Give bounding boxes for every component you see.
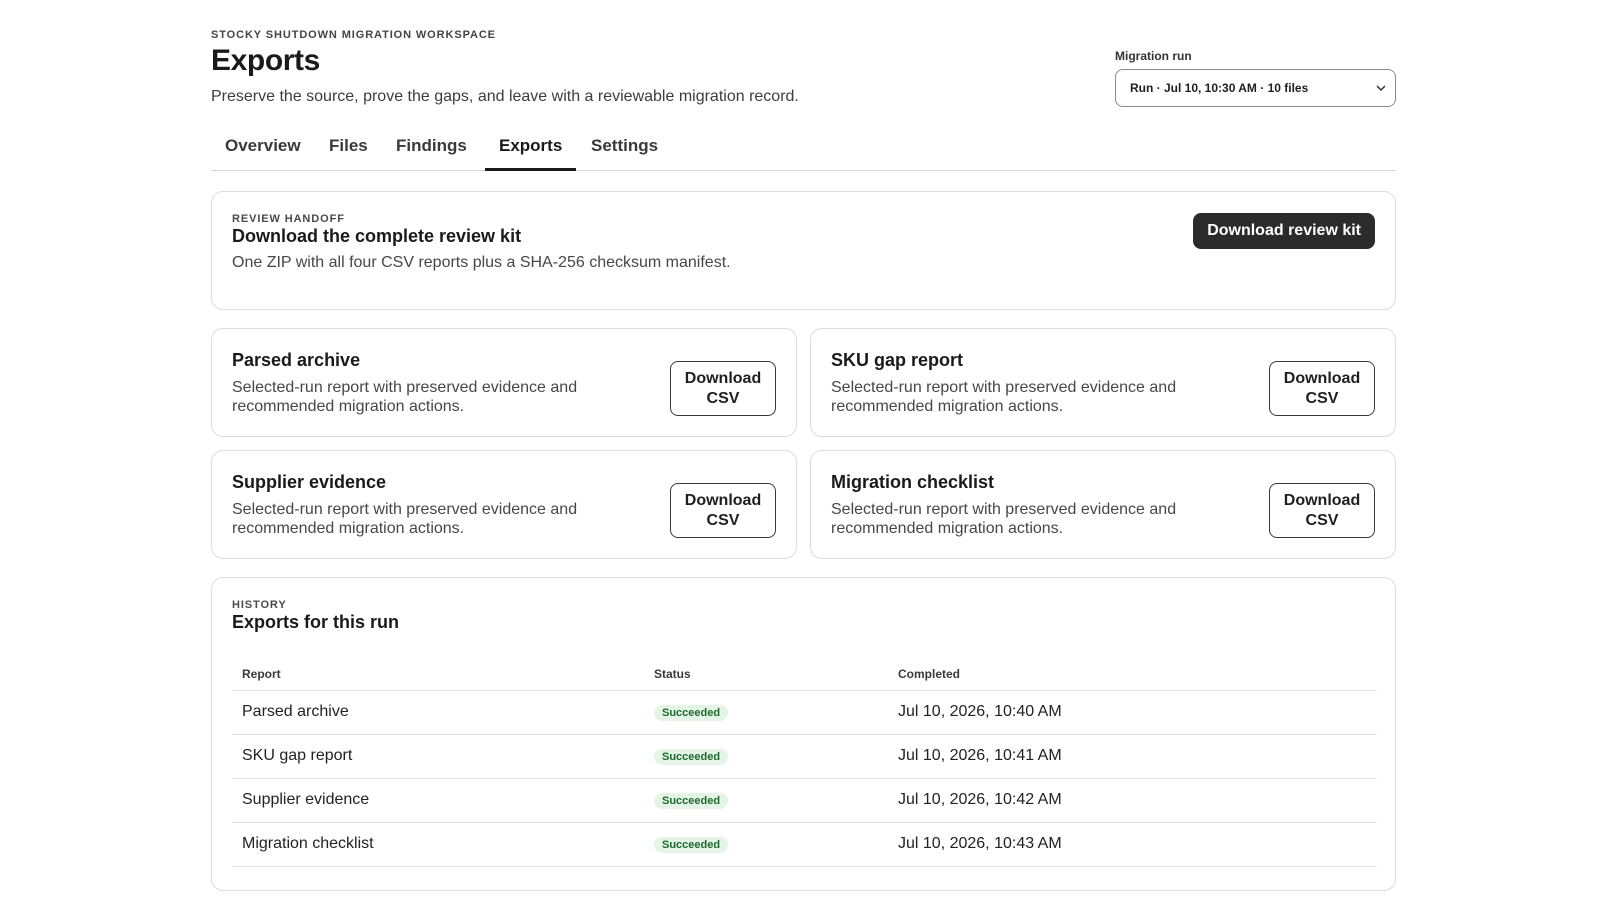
- migration-run-select[interactable]: Run · Jul 10, 10:30 AM · 10 files: [1115, 69, 1396, 107]
- completed-cell: Jul 10, 2026, 10:42 AM: [888, 778, 1377, 823]
- report-cell: SKU gap report: [232, 734, 644, 779]
- report-title: Supplier evidence: [232, 472, 387, 492]
- status-cell: Succeeded: [644, 822, 888, 867]
- report-title: SKU gap report: [831, 350, 964, 370]
- status-cell: Succeeded: [644, 734, 888, 779]
- tab-findings[interactable]: Findings: [396, 126, 467, 171]
- history-title: Exports for this run: [232, 612, 400, 632]
- report-description: Selected-run report with preserved evide…: [831, 501, 1177, 537]
- report-cell: Migration checklist: [232, 822, 644, 867]
- column-header-report: Report: [232, 658, 644, 691]
- review-kit-title: Download the complete review kit: [232, 226, 522, 246]
- report-description: Selected-run report with preserved evide…: [831, 379, 1177, 415]
- download-review-kit-button[interactable]: Download review kit: [1193, 213, 1375, 249]
- tab-settings[interactable]: Settings: [591, 126, 658, 171]
- completed-cell: Jul 10, 2026, 10:43 AM: [888, 822, 1377, 867]
- report-card-sku-gap: SKU gap report Selected-run report with …: [810, 328, 1396, 437]
- completed-cell: Jul 10, 2026, 10:40 AM: [888, 690, 1377, 735]
- chevron-down-icon: [1376, 85, 1386, 92]
- status-cell: Succeeded: [644, 690, 888, 735]
- status-badge: Succeeded: [654, 749, 729, 765]
- download-csv-button[interactable]: Download CSV: [1269, 361, 1375, 416]
- page-title: Exports: [211, 44, 320, 77]
- migration-run-label: Migration run: [1115, 49, 1192, 63]
- review-kit-eyebrow: REVIEW HANDOFF: [232, 213, 345, 225]
- review-kit-card: REVIEW HANDOFF Download the complete rev…: [211, 191, 1396, 310]
- download-csv-button[interactable]: Download CSV: [1269, 483, 1375, 538]
- column-header-completed: Completed: [888, 658, 1377, 691]
- status-badge: Succeeded: [654, 837, 729, 853]
- table-row: Supplier evidence Succeeded Jul 10, 2026…: [232, 778, 1377, 823]
- migration-run-value: Run · Jul 10, 10:30 AM · 10 files: [1130, 81, 1309, 95]
- report-description: Selected-run report with preserved evide…: [232, 379, 578, 415]
- page-header: STOCKY SHUTDOWN MIGRATION WORKSPACE Expo…: [211, 0, 1396, 115]
- tab-files[interactable]: Files: [329, 126, 368, 171]
- exports-history-table: Report Status Completed Parsed archive S…: [232, 658, 1377, 867]
- review-kit-description: One ZIP with all four CSV reports plus a…: [232, 254, 731, 271]
- report-card-migration-checklist: Migration checklist Selected-run report …: [810, 450, 1396, 559]
- status-badge: Succeeded: [654, 705, 729, 721]
- history-eyebrow: HISTORY: [232, 599, 287, 611]
- download-csv-button[interactable]: Download CSV: [670, 483, 776, 538]
- status-cell: Succeeded: [644, 778, 888, 823]
- completed-cell: Jul 10, 2026, 10:41 AM: [888, 734, 1377, 779]
- table-row: SKU gap report Succeeded Jul 10, 2026, 1…: [232, 734, 1377, 779]
- download-csv-button[interactable]: Download CSV: [670, 361, 776, 416]
- report-card-parsed-archive: Parsed archive Selected-run report with …: [211, 328, 797, 437]
- report-cell: Parsed archive: [232, 690, 644, 735]
- history-card: HISTORY Exports for this run Report Stat…: [211, 577, 1396, 891]
- status-badge: Succeeded: [654, 793, 729, 809]
- report-description: Selected-run report with preserved evide…: [232, 501, 578, 537]
- column-header-status: Status: [644, 658, 888, 691]
- report-title: Parsed archive: [232, 350, 361, 370]
- report-cell: Supplier evidence: [232, 778, 644, 823]
- tab-overview[interactable]: Overview: [225, 126, 301, 171]
- table-row: Parsed archive Succeeded Jul 10, 2026, 1…: [232, 690, 1377, 735]
- table-header-row: Report Status Completed: [232, 658, 1377, 691]
- report-card-supplier-evidence: Supplier evidence Selected-run report wi…: [211, 450, 797, 559]
- table-row: Migration checklist Succeeded Jul 10, 20…: [232, 822, 1377, 867]
- workspace-eyebrow: STOCKY SHUTDOWN MIGRATION WORKSPACE: [211, 29, 496, 41]
- tab-exports[interactable]: Exports: [485, 126, 577, 171]
- exports-page: STOCKY SHUTDOWN MIGRATION WORKSPACE Expo…: [211, 0, 1396, 891]
- page-subtitle: Preserve the source, prove the gaps, and…: [211, 88, 799, 105]
- section-tabs: Overview Files Findings Exports Settings: [211, 126, 1396, 171]
- report-title: Migration checklist: [831, 472, 995, 492]
